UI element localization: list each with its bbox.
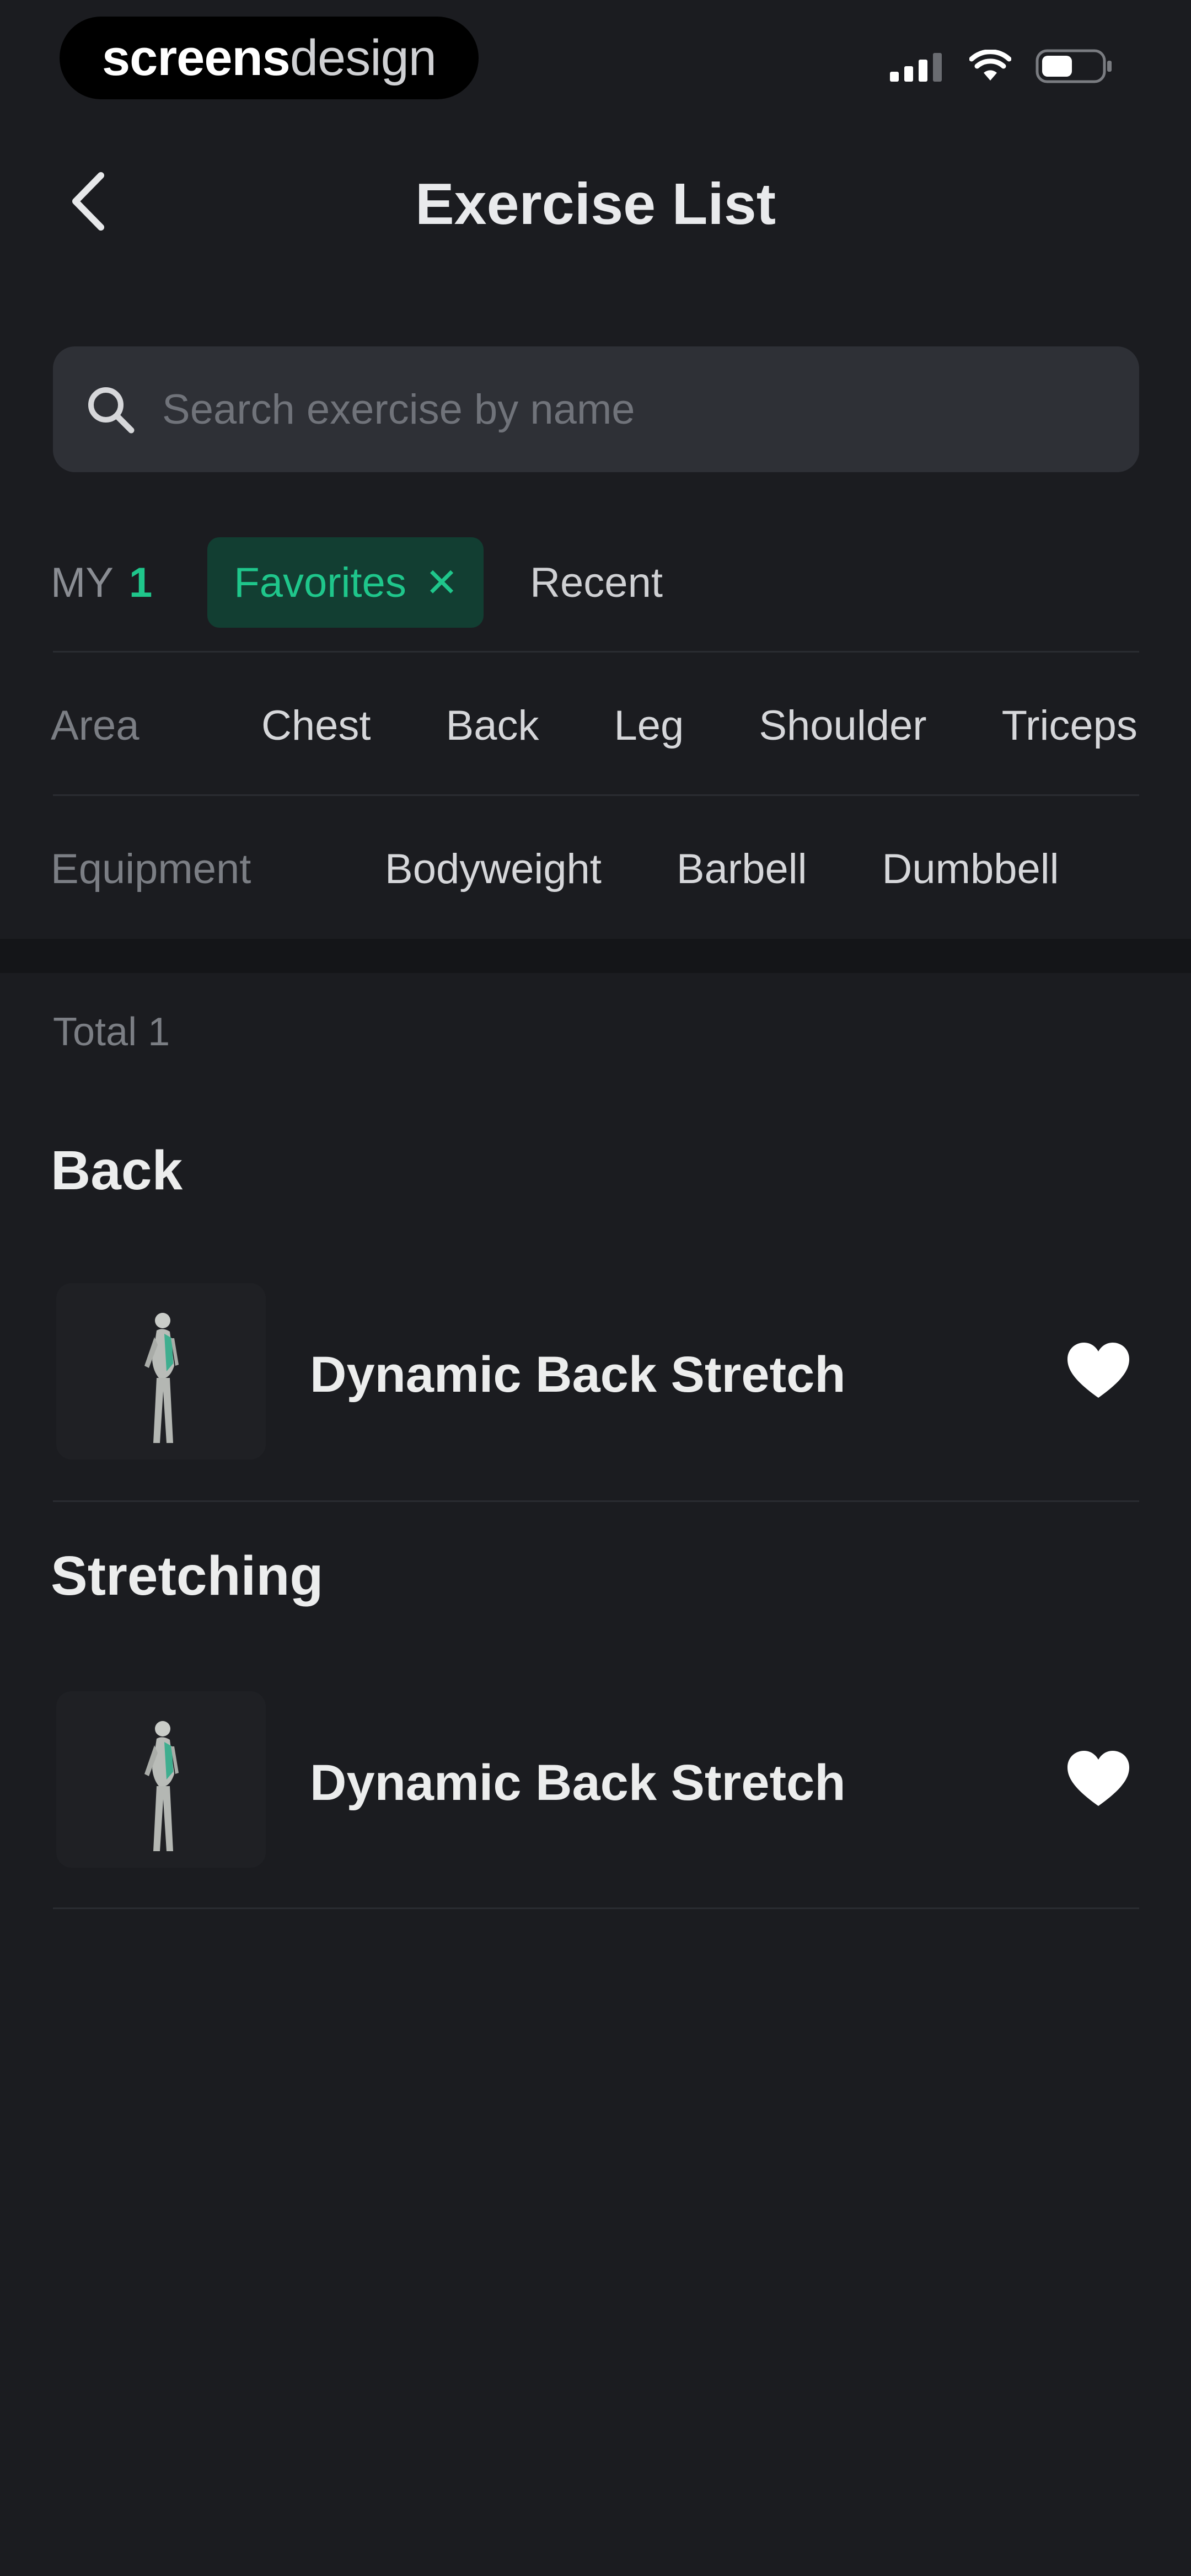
section-separator (0, 939, 1191, 973)
my-count: 1 (129, 559, 153, 606)
wifi-icon (969, 50, 1011, 81)
divider (53, 794, 1139, 796)
exercise-row[interactable]: Dynamic Back Stretch (53, 1688, 1139, 1870)
group-title-back: Back (51, 1140, 183, 1201)
brand-logo-light: design (289, 29, 437, 86)
search-input[interactable] (161, 384, 1139, 434)
status-icons (890, 49, 1114, 84)
close-icon[interactable]: ✕ (425, 559, 458, 606)
area-filter-row: Area Chest Back Leg Shoulder Triceps (51, 690, 1138, 761)
area-chip-leg[interactable]: Leg (614, 702, 684, 750)
signal-icon (890, 53, 942, 82)
search-icon (88, 387, 135, 434)
search-box[interactable] (53, 346, 1139, 472)
group-title-stretching: Stretching (51, 1545, 324, 1607)
my-filter-row: MY 1 Favorites ✕ Recent (51, 537, 663, 628)
favorites-label: Favorites (234, 559, 406, 606)
exercise-row[interactable]: Dynamic Back Stretch (53, 1280, 1139, 1462)
total-count: Total 1 (53, 1010, 170, 1054)
equipment-chip-dumbbell[interactable]: Dumbbell (882, 845, 1059, 893)
equipment-chip-barbell[interactable]: Barbell (677, 845, 807, 893)
equipment-chip-bodyweight[interactable]: Bodyweight (385, 845, 602, 893)
area-chip-triceps[interactable]: Triceps (1002, 702, 1138, 750)
brand-logo: screens design (60, 17, 479, 99)
favorites-chip[interactable]: Favorites ✕ (207, 537, 484, 628)
recent-chip[interactable]: Recent (530, 559, 663, 607)
exercise-thumbnail (56, 1691, 266, 1868)
heart-icon[interactable] (1065, 1749, 1131, 1809)
battery-icon (1036, 49, 1112, 83)
status-bar: screens design (0, 0, 1191, 116)
body-figure-icon (144, 1721, 179, 1851)
brand-logo-strong: screens (102, 29, 291, 86)
my-label: MY (51, 559, 114, 606)
page-title: Exercise List (415, 172, 776, 237)
divider (53, 651, 1139, 653)
exercise-thumbnail (56, 1283, 266, 1460)
area-chip-shoulder[interactable]: Shoulder (759, 702, 926, 750)
area-chip-chest[interactable]: Chest (261, 702, 371, 750)
area-chip-back[interactable]: Back (446, 702, 539, 750)
heart-icon[interactable] (1065, 1340, 1131, 1401)
divider (53, 1500, 1139, 1502)
nav-bar: Exercise List (0, 149, 1191, 254)
exercise-name: Dynamic Back Stretch (310, 1346, 846, 1403)
divider (53, 1907, 1139, 1909)
exercise-name: Dynamic Back Stretch (310, 1755, 846, 1811)
area-label: Area (51, 702, 140, 749)
equipment-filter-row: Equipment Bodyweight Barbell Dumbbell (51, 833, 1059, 905)
body-figure-icon (144, 1313, 179, 1443)
equipment-label: Equipment (51, 845, 251, 892)
